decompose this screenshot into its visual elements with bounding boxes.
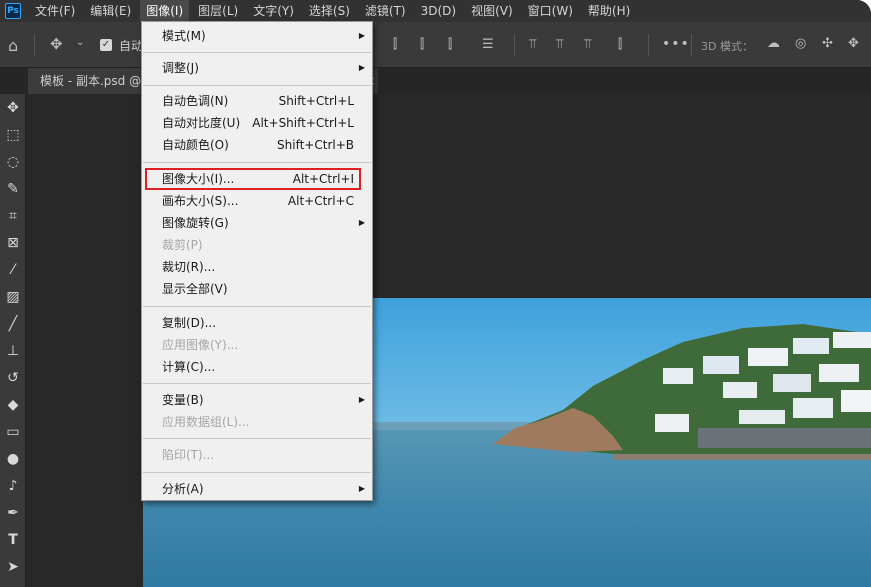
align-center-h-icon[interactable]: ⫿ xyxy=(420,37,424,52)
menu-type[interactable]: 文字(Y) xyxy=(247,0,300,22)
lasso-tool-icon[interactable]: ◌ xyxy=(0,150,26,174)
menu-item-trim[interactable]: 裁切(R)... xyxy=(142,256,372,278)
highlight-annotation-box xyxy=(145,168,361,190)
path-select-tool-icon[interactable]: ➤ xyxy=(0,555,26,579)
menu-item-apply-data-set: 应用数据组(L)... xyxy=(162,415,250,429)
options-bar: ⌂ ✥ ⌄ ✓ 自动 ⫿ ⫿ ⫿ ☰ ⫪ ⫪ ⫪ ⫿ ••• 3D 模式： ☁ … xyxy=(0,22,871,68)
align-right-icon[interactable]: ⫿ xyxy=(448,37,452,52)
menu-item-auto-color[interactable]: 自动颜色(O) Shift+Ctrl+B xyxy=(142,134,372,156)
menu-item-trap: 陷印(T)... xyxy=(162,448,215,462)
menu-3d[interactable]: 3D(D) xyxy=(415,0,462,22)
divider xyxy=(34,34,35,56)
menu-image[interactable]: 图像(I) xyxy=(140,0,190,22)
menu-item-variables[interactable]: 变量(B) ▶ xyxy=(142,389,372,411)
menu-separator xyxy=(143,85,371,86)
align-bottom-icon[interactable]: ⫪ xyxy=(584,37,591,52)
menu-filter[interactable]: 滤镜(T) xyxy=(359,0,412,22)
menu-item-auto-contrast[interactable]: 自动对比度(U) Alt+Shift+Ctrl+L xyxy=(142,112,372,134)
submenu-arrow-icon: ▶ xyxy=(358,484,365,493)
menu-file[interactable]: 文件(F) xyxy=(29,0,81,22)
3d-pan-icon[interactable]: ✣ xyxy=(822,36,833,51)
auto-select-checkbox[interactable]: ✓ xyxy=(100,39,112,51)
photoshop-logo-icon: Ps xyxy=(0,0,26,22)
frame-tool-icon[interactable]: ⊠ xyxy=(0,231,26,255)
dodge-tool-icon[interactable]: ♪ xyxy=(0,474,26,498)
menu-item-auto-tone[interactable]: 自动色调(N) Shift+Ctrl+L xyxy=(142,90,372,112)
menu-item-image-rotation[interactable]: 图像旋转(G) ▶ xyxy=(142,212,372,234)
submenu-arrow-icon: ▶ xyxy=(358,31,365,40)
history-brush-icon[interactable]: ↺ xyxy=(0,366,26,390)
menu-window[interactable]: 窗口(W) xyxy=(522,0,579,22)
submenu-arrow-icon: ▶ xyxy=(358,395,365,404)
eyedropper-tool-icon[interactable]: ⁄ xyxy=(0,258,26,282)
document-tab-bar: 模板 - 副本.psd @ × xyxy=(0,68,871,94)
home-icon[interactable]: ⌂ xyxy=(8,36,18,55)
menu-item-reveal-all[interactable]: 显示全部(V) xyxy=(142,278,372,300)
menu-item-adjustments[interactable]: 调整(J) ▶ xyxy=(142,57,372,79)
menu-separator xyxy=(143,52,371,53)
menu-separator xyxy=(143,162,371,163)
menu-edit[interactable]: 编辑(E) xyxy=(84,0,137,22)
menu-item-mode[interactable]: 模式(M) ▶ xyxy=(142,25,372,47)
submenu-arrow-icon: ▶ xyxy=(358,218,365,227)
align-top-icon[interactable]: ⫪ xyxy=(529,37,536,52)
menu-item-calculations[interactable]: 计算(C)... xyxy=(142,356,372,378)
menu-bar: Ps 文件(F) 编辑(E) 图像(I) 图层(L) 文字(Y) 选择(S) 滤… xyxy=(0,0,871,22)
move-tool-icon[interactable]: ✥ xyxy=(0,96,26,120)
menu-separator xyxy=(143,438,371,439)
divider xyxy=(648,34,649,56)
quick-select-tool-icon[interactable]: ✎ xyxy=(0,177,26,201)
menu-help[interactable]: 帮助(H) xyxy=(582,0,636,22)
more-options-icon[interactable]: ••• xyxy=(662,36,690,52)
menu-select[interactable]: 选择(S) xyxy=(303,0,356,22)
menu-item-duplicate[interactable]: 复制(D)... xyxy=(142,312,372,334)
distribute-icon[interactable]: ☰ xyxy=(482,37,494,52)
pen-tool-icon[interactable]: ✒ xyxy=(0,501,26,525)
crop-tool-icon[interactable]: ⌗ xyxy=(0,204,26,228)
brush-tool-icon[interactable]: ╱ xyxy=(0,312,26,336)
align-middle-v-icon[interactable]: ⫪ xyxy=(556,37,563,52)
move-tool-option-icon[interactable]: ✥ xyxy=(50,35,63,53)
eraser-tool-icon[interactable]: ◆ xyxy=(0,393,26,417)
photoshop-window: Ps 文件(F) 编辑(E) 图像(I) 图层(L) 文字(Y) 选择(S) 滤… xyxy=(0,0,871,587)
3d-orbit-icon[interactable]: ☁ xyxy=(767,36,780,51)
menu-separator xyxy=(143,472,371,473)
gradient-tool-icon[interactable]: ▭ xyxy=(0,420,26,444)
divider xyxy=(514,34,515,56)
type-tool-icon[interactable]: T xyxy=(0,528,26,552)
divider xyxy=(691,34,692,56)
3d-mode-label: 3D 模式： xyxy=(701,40,753,53)
menu-view[interactable]: 视图(V) xyxy=(465,0,519,22)
menu-separator xyxy=(143,306,371,307)
auto-select-label: 自动 xyxy=(119,39,144,53)
menu-separator xyxy=(143,383,371,384)
distribute-vertical-icon[interactable]: ⫿ xyxy=(618,37,622,52)
blur-tool-icon[interactable]: ● xyxy=(0,447,26,471)
align-left-icon[interactable]: ⫿ xyxy=(393,37,397,52)
image-menu-dropdown: 模式(M) ▶ 调整(J) ▶ 自动色调(N) Shift+Ctrl+L 自动对… xyxy=(141,21,373,501)
menu-layer[interactable]: 图层(L) xyxy=(192,0,244,22)
healing-brush-icon[interactable]: ▨ xyxy=(0,285,26,309)
submenu-arrow-icon: ▶ xyxy=(358,63,365,72)
menu-item-apply-image: 应用图像(Y)... xyxy=(162,338,239,352)
3d-roll-icon[interactable]: ◎ xyxy=(795,36,806,51)
3d-slide-icon[interactable]: ✥ xyxy=(848,36,859,51)
document-tab-label: 模板 - 副本.psd @ xyxy=(40,74,142,88)
toolbox: ✥ ⬚ ◌ ✎ ⌗ ⊠ ⁄ ▨ ╱ ⊥ ↺ ◆ ▭ ● ♪ ✒ T ➤ xyxy=(0,94,26,587)
menu-item-crop: 裁剪(P) xyxy=(162,238,203,252)
marquee-tool-icon[interactable]: ⬚ xyxy=(0,123,26,147)
chevron-down-icon[interactable]: ⌄ xyxy=(76,37,84,48)
menu-item-analysis[interactable]: 分析(A) ▶ xyxy=(142,478,372,500)
stamp-tool-icon[interactable]: ⊥ xyxy=(0,339,26,363)
menu-item-canvas-size[interactable]: 画布大小(S)... Alt+Ctrl+C xyxy=(142,190,372,212)
